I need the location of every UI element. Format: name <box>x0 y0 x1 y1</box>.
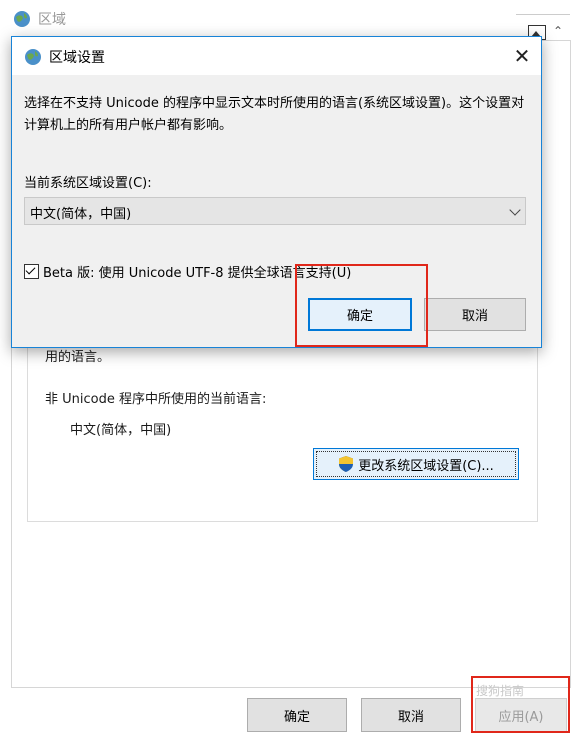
uac-shield-icon <box>339 456 354 472</box>
watermark: 搜狗指南 <box>476 684 525 698</box>
change-system-locale-label: 更改系统区域设置(C)... <box>358 458 494 474</box>
chevron-up-icon[interactable]: ⌃ <box>553 24 563 38</box>
close-icon[interactable]: ✕ <box>509 43 535 69</box>
region-cancel-button[interactable]: 取消 <box>361 698 461 732</box>
dialog-title: 区域设置 <box>49 50 105 66</box>
locale-select[interactable]: 中文(简体，中国) <box>24 197 526 225</box>
locale-select-value: 中文(简体，中国) <box>30 207 132 222</box>
region-settings-dialog: 区域设置 ✕ 选择在不支持 Unicode 的程序中显示文本时所使用的语言(系统… <box>11 36 542 348</box>
dialog-titlebar: 区域设置 ✕ <box>12 37 541 75</box>
ok-highlight-box <box>295 264 428 347</box>
dialog-description: 选择在不支持 Unicode 的程序中显示文本时所使用的语言(系统区域设置)。这… <box>24 96 525 133</box>
globe-icon <box>25 49 41 65</box>
chevron-down-icon <box>509 204 521 216</box>
region-window-title: 区域 <box>38 12 66 28</box>
titlebar-divider <box>516 14 570 15</box>
region-ok-button[interactable]: 确定 <box>247 698 347 732</box>
globe-icon <box>14 11 30 27</box>
current-lang-value: 中文(简体，中国) <box>70 423 172 438</box>
current-lang-label: 非 Unicode 程序中所使用的当前语言: <box>45 392 267 407</box>
beta-utf8-checkbox[interactable] <box>24 264 39 279</box>
locale-label: 当前系统区域设置(C): <box>24 176 152 191</box>
region-window-titlebar: 区域 ⌃ <box>0 0 572 40</box>
admin-partial-text: 用的语言。 <box>45 350 111 365</box>
change-system-locale-button[interactable]: 更改系统区域设置(C)... <box>313 448 519 480</box>
dialog-cancel-button[interactable]: 取消 <box>424 298 526 331</box>
